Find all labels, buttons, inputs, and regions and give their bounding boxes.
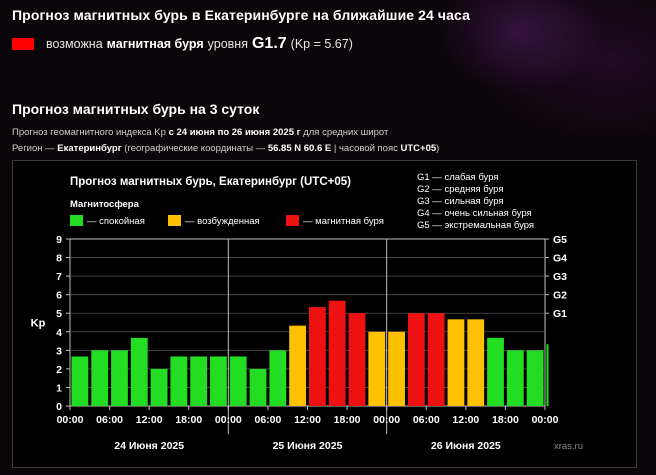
kp-bar: [368, 331, 386, 406]
kp-bar: [487, 337, 504, 406]
x-tick-label: 00:00: [57, 414, 84, 426]
g-tick-label: G4: [553, 253, 567, 265]
kp-bar: [71, 356, 89, 406]
kp-bar: [91, 350, 109, 406]
g-legend-item: G4 — очень сильная буря: [417, 208, 532, 219]
kp-forecast-chart: Прогноз магнитных бурь, Екатеринбург (UT…: [12, 160, 637, 468]
x-tick-label: 12:00: [294, 414, 321, 426]
g-tick-label: G2: [553, 290, 567, 302]
y-tick-label: 9: [56, 234, 62, 246]
y-tick-label: 1: [56, 382, 62, 394]
kp-bar: [467, 319, 485, 406]
kp-bar: [269, 350, 287, 406]
storm-level-swatch: [12, 38, 34, 50]
level-value: G1.7: [251, 35, 287, 52]
kp-bar: [348, 313, 366, 406]
y-tick-label: 2: [56, 364, 62, 376]
level-kp: (Kp = 5.67): [290, 37, 353, 51]
day-label: 24 Июня 2025: [114, 440, 184, 452]
kp-bar: [111, 350, 128, 406]
level-mid: уровня: [207, 37, 248, 51]
kp-bar: [388, 331, 405, 406]
region-tz-label: | часовой пояс: [333, 143, 398, 154]
page-title: Прогноз магнитных бурь в Екатеринбурге н…: [12, 7, 470, 23]
x-tick-label: 12:00: [452, 414, 479, 426]
y-tick-label: 7: [56, 271, 62, 283]
kp-bar: [407, 313, 425, 406]
x-tick-label: 06:00: [413, 414, 440, 426]
day-label: 25 Июня 2025: [273, 440, 343, 452]
legend-swatch: [286, 215, 299, 226]
kp-chart-svg: Прогноз магнитных бурь, Екатеринбург (UT…: [31, 172, 583, 452]
forecast-desc-dates: с 24 июня по 26 июня 2025 г: [168, 127, 301, 138]
kp-bar: [427, 313, 445, 406]
kp-bar: [130, 337, 148, 406]
y-tick-label: 5: [56, 308, 62, 320]
x-tick-label: 12:00: [136, 414, 163, 426]
day-label: 26 Июня 2025: [431, 440, 501, 452]
y-tick-label: 8: [56, 253, 62, 265]
level-strong: магнитная буря: [106, 37, 204, 51]
region-description: Регион — Екатеринбург (географические ко…: [12, 143, 439, 154]
storm-level-summary: возможна магнитная буря уровня G1.7 (Kp …: [12, 34, 353, 54]
x-tick-label: 18:00: [175, 414, 202, 426]
x-tick-label: 18:00: [492, 414, 519, 426]
kp-bar: [289, 325, 306, 406]
x-tick-label: 06:00: [96, 414, 123, 426]
kp-bar: [447, 319, 465, 406]
region-coords-label: (географические координаты —: [124, 143, 266, 154]
y-tick-label: 4: [56, 327, 62, 339]
g-tick-label: G5: [553, 234, 567, 246]
forecast-desc-c: для средних широт: [303, 127, 389, 138]
legend-label: — возбужденная: [185, 216, 260, 227]
legend-title: Магнитосфера: [70, 199, 140, 210]
y-tick-label: 6: [56, 290, 62, 302]
region-name: Екатеринбург: [57, 143, 122, 154]
x-tick-label: 00:00: [373, 414, 400, 426]
legend-swatch: [168, 215, 181, 226]
chart-title: Прогноз магнитных бурь, Екатеринбург (UT…: [70, 176, 351, 188]
legend-label: — магнитная буря: [303, 216, 384, 227]
g-legend-item: G2 — средняя буря: [417, 184, 503, 195]
legend-swatch: [70, 215, 83, 226]
region-close: ): [436, 143, 440, 154]
region-tz: UTC+05: [400, 143, 437, 154]
x-tick-label: 18:00: [334, 414, 361, 426]
kp-bar: [190, 356, 208, 406]
y-axis-label: Kp: [31, 318, 46, 330]
kp-bar: [526, 350, 544, 406]
g-legend-item: G1 — слабая буря: [417, 172, 499, 183]
x-tick-label: 06:00: [254, 414, 281, 426]
x-tick-label: 00:00: [532, 414, 559, 426]
g-tick-label: G1: [553, 308, 567, 320]
forecast-desc-a: Прогноз геомагнитного индекса Kp: [12, 127, 166, 138]
y-tick-label: 0: [56, 401, 62, 413]
region-label: Регион —: [12, 143, 55, 154]
region-coords: 56.85 N 60.6 E: [267, 143, 332, 154]
kp-bar: [309, 307, 326, 406]
g-legend-item: G5 — экстремальная буря: [417, 220, 534, 231]
kp-bar: [229, 356, 247, 406]
kp-bar: [249, 368, 267, 406]
legend-label: — спокойная: [87, 216, 145, 227]
kp-bar: [170, 356, 188, 406]
forecast-description: Прогноз геомагнитного индекса Kp с 24 ию…: [12, 127, 388, 138]
kp-bar: [506, 350, 524, 406]
y-tick-label: 3: [56, 345, 62, 357]
kp-bar: [150, 368, 168, 406]
kp-bar: [328, 300, 346, 406]
kp-bar: [546, 344, 549, 406]
g-legend-item: G3 — сильная буря: [417, 196, 504, 207]
section-title: Прогноз магнитных бурь на 3 суток: [12, 101, 260, 117]
level-prefix: возможна: [46, 37, 103, 51]
x-tick-label: 00:00: [215, 414, 242, 426]
watermark: xras.ru: [554, 441, 583, 452]
g-tick-label: G3: [553, 271, 567, 283]
kp-bar: [210, 356, 227, 406]
